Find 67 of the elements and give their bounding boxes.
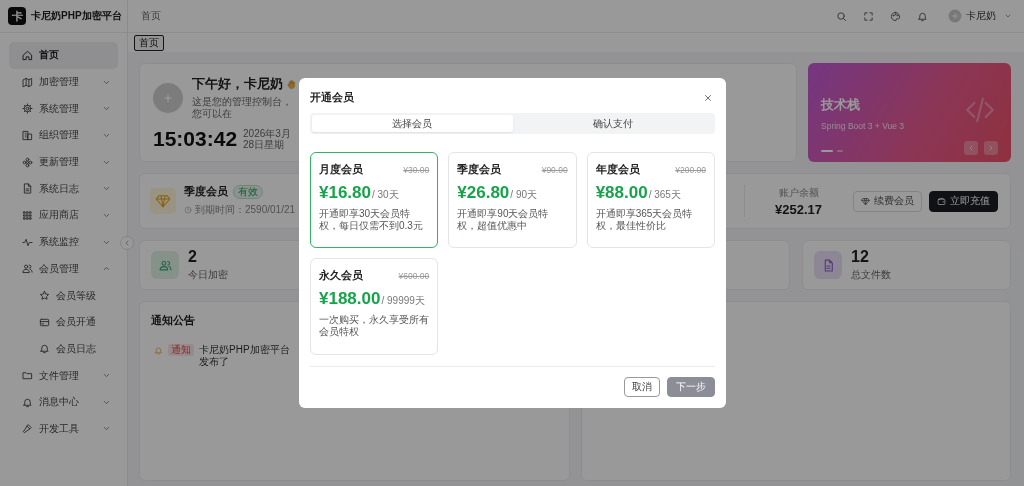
plan-price: ¥88.00: [595, 183, 648, 203]
stat-label: 总文件数: [851, 267, 891, 282]
original-price: ¥200.00: [675, 165, 706, 175]
stat-value: 2: [188, 248, 198, 265]
app-title: 卡尼奶PHP加密平台: [31, 9, 122, 23]
plan-card[interactable]: 年度会员 ¥200.00 ¥88.00/ 365天 开通即享365天会员特权，最佳性价比: [586, 152, 715, 248]
plan-price: ¥26.80: [457, 183, 510, 203]
clock-time: 15:03:42: [153, 127, 238, 151]
expiry-date: 到期时间：2590/01/21: [195, 203, 296, 217]
sidebar-item[interactable]: 会员等级: [9, 282, 118, 309]
dialog-title: 开通会员: [310, 91, 354, 105]
welcome-subtitle: 这是您的管理控制台，您可以在: [192, 96, 293, 120]
cancel-button[interactable]: 取消: [624, 377, 660, 397]
plan-description: 一次购买，永久享受所有会员特权: [319, 314, 430, 338]
date-text: 2026年3月28日星期: [243, 128, 292, 150]
step-tab[interactable]: 确认支付: [512, 115, 713, 132]
plan-card[interactable]: 月度会员 ¥30.00 ¥16.80/ 30天 开通即享30天会员特权，每日仅需不到0.3元: [310, 152, 439, 248]
plan-name: 月度会员: [319, 162, 363, 177]
original-price: ¥600.00: [398, 271, 430, 281]
stat-label: 今日加密: [188, 267, 228, 282]
plan-description: 开通即享30天会员特权，每日仅需不到0.3元: [319, 208, 424, 232]
sidebar-item[interactable]: 系统日志: [9, 175, 118, 203]
stat-value: 12: [851, 248, 870, 265]
notice-link[interactable]: 卡尼奶PHP加密平台发布了: [199, 344, 297, 368]
original-price: ¥30.00: [403, 165, 430, 175]
step-tab[interactable]: 选择会员: [312, 115, 513, 132]
plan-name: 季度会员: [184, 185, 228, 199]
sidebar-item[interactable]: 系统监控: [9, 228, 118, 256]
balance-amount: ¥252.17: [775, 201, 822, 217]
plan-description: 开通即享365天会员特权，最佳性价比: [595, 208, 694, 232]
sidebar-item[interactable]: 开发工具: [9, 415, 118, 443]
sidebar-item[interactable]: 消息中心: [9, 388, 118, 416]
plan-period: / 30天: [372, 188, 399, 202]
plan-price: ¥188.00: [319, 289, 381, 309]
sidebar-item[interactable]: 会员日志: [9, 335, 118, 363]
plan-name: 季度会员: [457, 162, 502, 177]
recharge-button[interactable]: 立即充值: [929, 190, 998, 212]
plan-card[interactable]: 永久会员 ¥600.00 ¥188.00/ 99999天 一次购买，永久享受所有会员特权: [310, 258, 439, 355]
greeting: 下午好，卡尼奶: [192, 75, 283, 93]
sidebar-item[interactable]: 应用商店: [9, 202, 118, 229]
sidebar-item[interactable]: 组织管理: [9, 122, 118, 149]
banner-title: 技术栈: [821, 96, 860, 114]
renew-button[interactable]: 续费会员: [853, 190, 922, 212]
plan-name: 年度会员: [595, 162, 640, 177]
notice-tag: 通知: [168, 344, 194, 356]
plan-period: / 99999天: [381, 294, 425, 308]
plan-description: 开通即享90天会员特权，超值优惠中: [457, 208, 550, 232]
logo: 卡: [8, 7, 26, 25]
status-badge: 有效: [233, 185, 263, 199]
sidebar-item[interactable]: 更新管理: [9, 148, 118, 176]
sidebar-item[interactable]: 系统管理: [9, 95, 118, 123]
banner-subtitle: Spring Boot 3 + Vue 3: [821, 121, 905, 131]
user-menu[interactable]: 卡尼奶: [948, 9, 1012, 23]
sidebar-item[interactable]: 会员管理: [9, 255, 118, 283]
breadcrumb[interactable]: 首页: [141, 9, 161, 23]
plan-name: 永久会员: [319, 268, 363, 283]
plan-period: / 365天: [648, 188, 681, 202]
original-price: ¥90.00: [541, 165, 568, 175]
notice-title: 通知公告: [151, 314, 195, 328]
plan-card[interactable]: 季度会员 ¥90.00 ¥26.80/ 90天 开通即享90天会员特权，超值优惠中: [448, 152, 577, 248]
sidebar-item[interactable]: 首页: [9, 42, 118, 69]
plan-price: ¥16.80: [319, 183, 371, 203]
plan-period: / 90天: [510, 188, 537, 202]
page-tab[interactable]: 首页: [134, 34, 164, 51]
sidebar-item[interactable]: 会员开通: [9, 308, 118, 336]
sidebar-item[interactable]: 文件管理: [9, 362, 118, 389]
sidebar-item[interactable]: 加密管理: [9, 68, 118, 96]
